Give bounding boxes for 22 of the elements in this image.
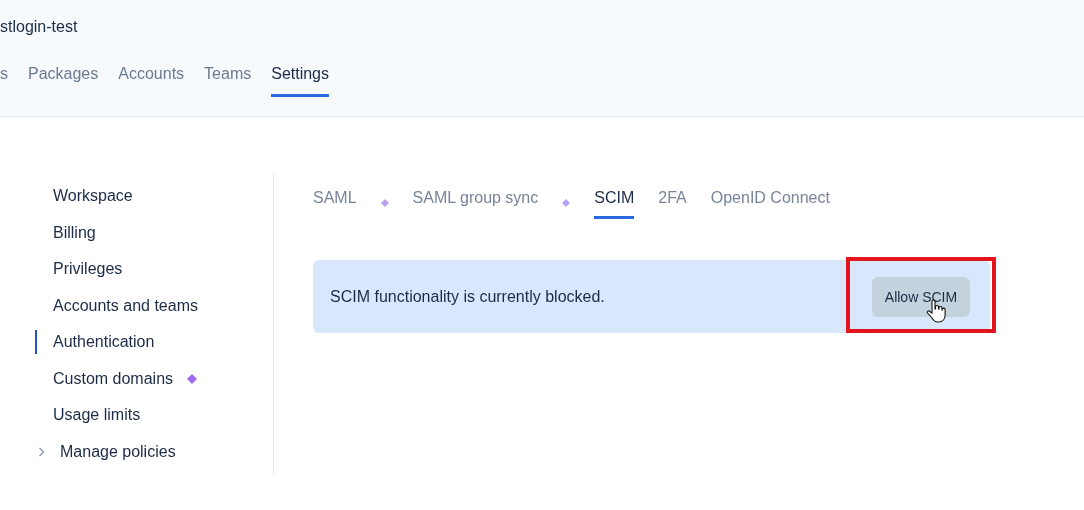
sidebar-item[interactable]: Privileges bbox=[53, 259, 123, 279]
sidebar-item[interactable]: Workspace bbox=[53, 186, 133, 206]
sidebar-item[interactable]: Authentication bbox=[53, 332, 155, 352]
nav-tab[interactable]: Accounts bbox=[118, 64, 185, 97]
chevron-icon[interactable] bbox=[38, 446, 45, 457]
nav-tab[interactable]: Teams bbox=[204, 64, 252, 97]
auth-method-tab[interactable]: OpenID Connect bbox=[710, 188, 830, 219]
auth-method-tab[interactable]: 2FA bbox=[658, 188, 687, 219]
auth-method-tab[interactable]: SAML group sync bbox=[412, 188, 539, 219]
sidebar-item[interactable]: Usage limits bbox=[53, 405, 141, 425]
sidebar-item[interactable]: Accounts and teams bbox=[53, 295, 198, 316]
sidebar-item[interactable]: Billing bbox=[53, 222, 96, 243]
sidebar-item[interactable]: Custom domains bbox=[53, 368, 174, 389]
auth-method-tab[interactable]: SCIM bbox=[594, 188, 635, 219]
workspace-title: stlogin-test bbox=[0, 17, 78, 37]
nav-tab[interactable]: Packages bbox=[28, 64, 99, 97]
banner-message: SCIM functionality is currently blocked. bbox=[330, 287, 605, 306]
nav-tab[interactable]: Settings bbox=[271, 64, 329, 97]
allow-scim-button[interactable]: Allow SCIM bbox=[872, 276, 970, 317]
auth-method-tab[interactable]: SAML bbox=[313, 188, 357, 219]
nav-tab[interactable]: s bbox=[0, 64, 8, 97]
sidebar-item[interactable]: Manage policies bbox=[60, 441, 176, 462]
